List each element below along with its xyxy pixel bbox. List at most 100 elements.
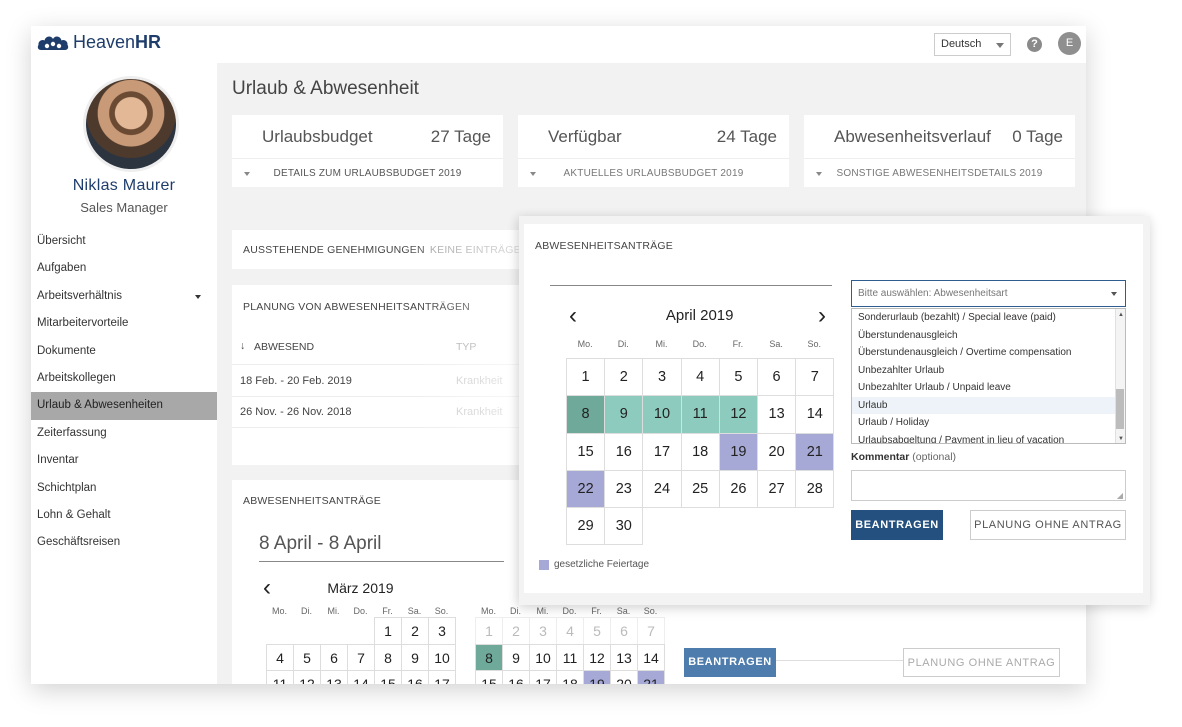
absence-type-select[interactable]: Bitte auswählen: Abwesenheitsart (851, 280, 1126, 307)
calendar-day[interactable]: 12 (583, 643, 611, 671)
dropdown-scroll-thumb[interactable] (1116, 389, 1124, 429)
current-budget-toggle[interactable]: AKTUELLES URLAUBSBUDGET 2019 (518, 158, 789, 187)
sidebar-item[interactable]: Lohn & Gehalt (31, 502, 217, 529)
calendar-day[interactable]: 10 (642, 395, 682, 434)
calendar-day[interactable]: 1 (566, 358, 606, 397)
calendar-day[interactable]: 28 (795, 469, 835, 509)
calendar-day[interactable]: 13 (610, 643, 638, 671)
calendar-day[interactable]: 23 (604, 469, 644, 509)
calendar-day[interactable]: 2 (502, 617, 530, 645)
calendar-day[interactable]: 10 (428, 643, 456, 671)
calendar-day[interactable]: 7 (347, 643, 375, 671)
calendar-day[interactable]: 3 (642, 358, 682, 397)
calendar-day[interactable]: 17 (529, 670, 557, 684)
calendar-day[interactable]: 16 (401, 670, 429, 684)
calendar-day[interactable]: 4 (680, 358, 720, 397)
sidebar-item[interactable]: Arbeitsverhältnis (31, 283, 217, 310)
calendar-day[interactable]: 5 (718, 358, 758, 397)
calendar-day[interactable]: 16 (604, 432, 644, 471)
calendar-day[interactable]: 19 (718, 432, 758, 471)
calendar-day[interactable]: 18 (680, 432, 720, 471)
sidebar-item[interactable]: Urlaub & Abwesenheiten (31, 392, 217, 420)
scroll-down-icon[interactable]: ▼ (1118, 436, 1124, 442)
sidebar-item[interactable]: Inventar (31, 447, 217, 474)
date-input-line[interactable] (550, 285, 832, 286)
calendar-day[interactable]: 25 (680, 469, 720, 509)
absence-type-option[interactable]: Unbezahlter Urlaub (852, 362, 1125, 380)
calendar-day[interactable]: 14 (637, 643, 665, 671)
column-absent[interactable]: ABWESEND (254, 341, 314, 353)
absence-type-option[interactable]: Urlaub (852, 396, 1125, 414)
calendar-day[interactable]: 14 (795, 395, 835, 434)
calendar-day[interactable]: 7 (795, 358, 835, 397)
plan-without-request-button[interactable]: PLANUNG OHNE ANTRAG (970, 510, 1126, 540)
logo[interactable]: HeavenHR (37, 31, 161, 53)
absence-type-option[interactable]: Überstundenausgleich (852, 327, 1125, 345)
sidebar-item[interactable]: Aufgaben (31, 255, 217, 282)
sidebar-item[interactable]: Mitarbeitervorteile (31, 310, 217, 337)
calendar-day[interactable]: 5 (583, 617, 611, 645)
calendar-day[interactable]: 16 (502, 670, 530, 684)
resize-handle-icon[interactable]: ◢ (1117, 491, 1123, 500)
dropdown-scrollbar[interactable]: ▲ ▼ (1115, 309, 1125, 443)
sort-arrow-icon[interactable]: ↓ (240, 340, 245, 352)
sidebar-item[interactable]: Geschäftsreisen (31, 529, 217, 556)
calendar-day[interactable]: 15 (374, 670, 402, 684)
calendar-day[interactable]: 13 (757, 395, 797, 434)
plan-without-request-button-bg[interactable]: PLANUNG OHNE ANTRAG (903, 648, 1060, 677)
calendar-day[interactable]: 4 (556, 617, 584, 645)
absence-type-option[interactable]: Urlaub / Holiday (852, 414, 1125, 432)
calendar-day[interactable]: 1 (475, 617, 503, 645)
calendar-day[interactable]: 22 (566, 469, 606, 509)
calendar-day[interactable]: 18 (556, 670, 584, 684)
calendar-day[interactable]: 12 (718, 395, 758, 434)
calendar-day[interactable]: 4 (266, 643, 294, 671)
sidebar-item[interactable]: Arbeitskollegen (31, 365, 217, 392)
absence-type-option[interactable]: Überstundenausgleich / Overtime compensa… (852, 344, 1125, 362)
absence-type-option[interactable]: Sonderurlaub (bezahlt) / Special leave (… (852, 309, 1125, 327)
calendar-day[interactable]: 26 (718, 469, 758, 509)
calendar-day[interactable]: 7 (637, 617, 665, 645)
calendar-day[interactable]: 8 (566, 395, 606, 434)
calendar-day[interactable]: 17 (642, 432, 682, 471)
calendar-day[interactable]: 3 (529, 617, 557, 645)
calendar-day[interactable]: 27 (757, 469, 797, 509)
calendar-day[interactable]: 20 (610, 670, 638, 684)
calendar-day[interactable]: 21 (795, 432, 835, 471)
calendar-day[interactable]: 21 (637, 670, 665, 684)
calendar-day[interactable]: 19 (583, 670, 611, 684)
help-icon[interactable]: ? (1027, 37, 1042, 52)
column-type[interactable]: TYP (456, 341, 476, 353)
language-select[interactable]: Deutsch (934, 33, 1011, 56)
calendar-day[interactable]: 6 (757, 358, 797, 397)
other-absence-details-toggle[interactable]: SONSTIGE ABWESENHEITSDETAILS 2019 (804, 158, 1075, 187)
calendar-day[interactable]: 3 (428, 617, 456, 645)
sidebar-item[interactable]: Übersicht (31, 228, 217, 255)
calendar-day[interactable]: 30 (604, 507, 644, 546)
calendar-day[interactable]: 6 (610, 617, 638, 645)
sidebar-item[interactable]: Dokumente (31, 338, 217, 365)
calendar-day[interactable]: 14 (347, 670, 375, 684)
calendar-day[interactable]: 11 (556, 643, 584, 671)
calendar-day[interactable]: 13 (320, 670, 348, 684)
sidebar-item[interactable]: Schichtplan (31, 475, 217, 502)
calendar-day[interactable]: 9 (604, 395, 644, 434)
calendar-day[interactable]: 15 (475, 670, 503, 684)
date-range-field[interactable]: 8 April - 8 April (259, 528, 504, 562)
calendar-day[interactable]: 20 (757, 432, 797, 471)
calendar-day[interactable]: 11 (266, 670, 294, 684)
submit-request-button[interactable]: BEANTRAGEN (851, 510, 943, 540)
calendar-day[interactable]: 29 (566, 507, 606, 546)
calendar-day[interactable]: 6 (320, 643, 348, 671)
budget-details-toggle[interactable]: DETAILS ZUM URLAUBSBUDGET 2019 (232, 158, 503, 187)
absence-type-option[interactable]: Unbezahlter Urlaub / Unpaid leave (852, 379, 1125, 397)
calendar-day[interactable]: 8 (374, 643, 402, 671)
calendar-day[interactable]: 10 (529, 643, 557, 671)
absence-type-option[interactable]: Urlaubsabgeltung / Payment in lieu of va… (852, 432, 1125, 444)
scroll-up-icon[interactable]: ▲ (1118, 312, 1124, 318)
submit-request-button-bg[interactable]: BEANTRAGEN (684, 648, 776, 677)
calendar-day[interactable]: 12 (293, 670, 321, 684)
calendar-day[interactable]: 9 (502, 643, 530, 671)
calendar-day[interactable]: 5 (293, 643, 321, 671)
comment-textarea[interactable]: ◢ (851, 470, 1126, 501)
